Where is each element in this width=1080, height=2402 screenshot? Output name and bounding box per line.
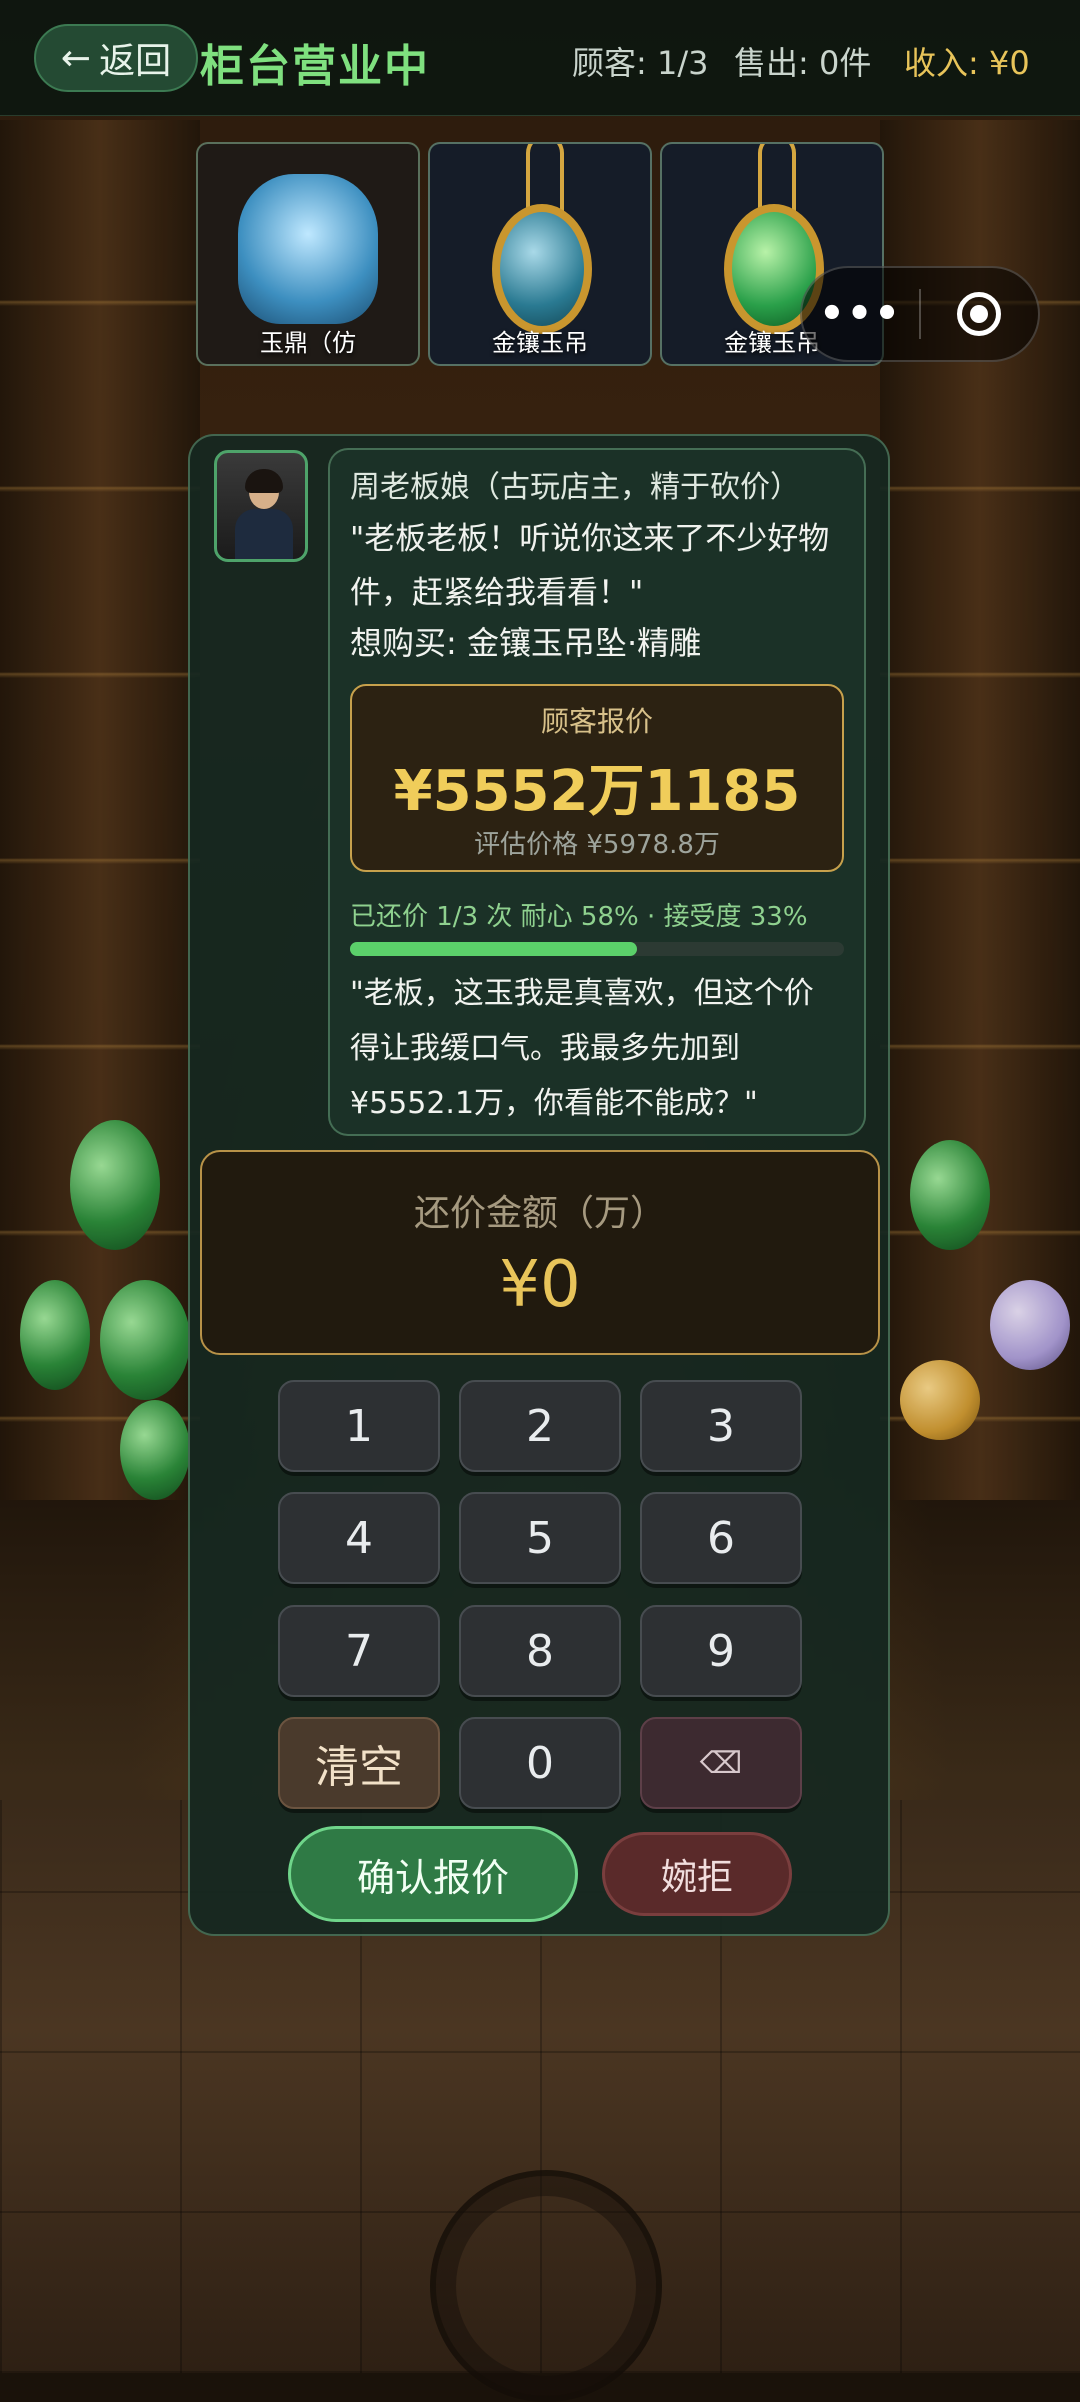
close-record-button[interactable]: [921, 292, 1038, 336]
backspace-button[interactable]: ⌫: [640, 1717, 802, 1809]
page-title: 柜台营业中: [200, 41, 430, 92]
offer-price: ¥5552万1185: [393, 759, 801, 824]
income: 收入: ¥0: [904, 44, 1030, 82]
goods-strip: 玉鼎（仿 金镶玉吊 金镶玉吊: [196, 142, 884, 366]
goods-item[interactable]: 金镶玉吊: [428, 142, 652, 366]
top-bar: ← 返回 柜台营业中 顾客: 1/3 售出: 0件 收入: ¥0: [0, 0, 1080, 116]
customer-offer-box: 顾客报价 ¥5552万1185 评估价格 ¥5978.8万: [350, 684, 844, 872]
key-8[interactable]: 8: [459, 1605, 621, 1697]
clear-button[interactable]: 清空: [278, 1717, 440, 1809]
key-2[interactable]: 2: [459, 1380, 621, 1472]
jade-ding-image: [238, 174, 378, 324]
jade-item: [70, 1120, 160, 1250]
back-label: 返回: [99, 41, 172, 82]
arrow-left-icon: ←: [60, 37, 92, 79]
counter-offer-display: 还价金额（万） ¥0: [200, 1150, 880, 1355]
offer-label: 顾客报价: [540, 705, 653, 738]
customer-name: 周老板娘（古玩店主，精于砍价）: [350, 470, 800, 505]
goods-label: 金镶玉吊: [492, 329, 588, 357]
back-button[interactable]: ← 返回: [34, 24, 198, 92]
customer-count: 顾客: 1/3: [572, 44, 709, 82]
record-icon: [957, 292, 1002, 336]
customer-avatar: [214, 450, 308, 562]
patience-bar: [350, 942, 844, 956]
key-5[interactable]: 5: [459, 1492, 621, 1584]
wanted-item: 想购买: 金镶玉吊坠·精雕: [350, 624, 702, 662]
floor-medallion: [430, 2170, 662, 2402]
jade-bangle: [990, 1280, 1070, 1370]
jade-item: [910, 1140, 990, 1250]
jade-item: [120, 1400, 190, 1500]
jade-item: [20, 1280, 90, 1390]
bargain-status: 已还价 1/3 次 耐心 58% · 接受度 33%: [350, 902, 808, 932]
customer-greeting: "老板老板！听说你这来了不少好物件，赶紧给我看看！": [350, 521, 830, 611]
key-4[interactable]: 4: [278, 1492, 440, 1584]
key-3[interactable]: 3: [640, 1380, 802, 1472]
mini-program-capsule: •••: [800, 266, 1040, 362]
estimated-price: 评估价格 ¥5978.8万: [474, 830, 720, 860]
counter-value: ¥0: [499, 1248, 581, 1322]
patience-bar-fill: [350, 942, 637, 956]
decline-button[interactable]: 婉拒: [602, 1832, 792, 1916]
key-7[interactable]: 7: [278, 1605, 440, 1697]
key-9[interactable]: 9: [640, 1605, 802, 1697]
key-1[interactable]: 1: [278, 1380, 440, 1472]
customer-reply: "老板，这玉我是真喜欢，但这个价得让我缓口气。我最多先加到¥5552.1万，你看…: [350, 976, 814, 1121]
confirm-offer-button[interactable]: 确认报价: [288, 1826, 578, 1922]
sold-count: 售出: 0件: [734, 44, 872, 82]
key-6[interactable]: 6: [640, 1492, 802, 1584]
left-display-shelf: [0, 120, 200, 1500]
goods-item[interactable]: 玉鼎（仿: [196, 142, 420, 366]
key-0[interactable]: 0: [459, 1717, 621, 1809]
jade-bangle: [900, 1360, 980, 1440]
pendant-image: [492, 204, 592, 334]
counter-label: 还价金额（万）: [413, 1193, 666, 1234]
jade-item: [100, 1280, 190, 1400]
goods-label: 玉鼎（仿: [260, 329, 356, 357]
more-icon[interactable]: •••: [802, 291, 919, 337]
